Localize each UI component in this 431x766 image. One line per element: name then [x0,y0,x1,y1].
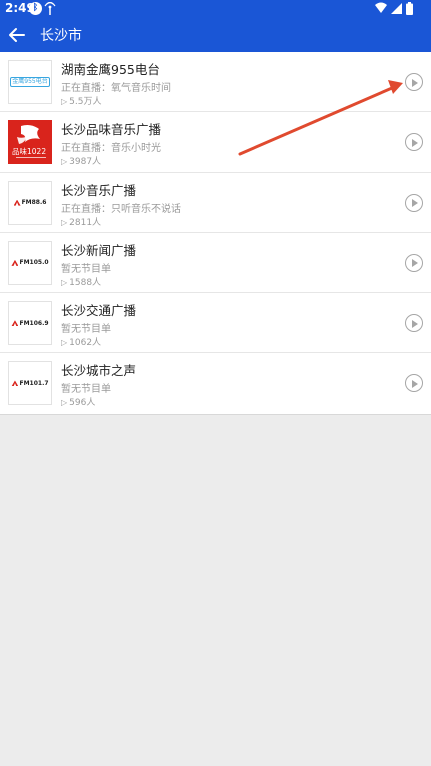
back-arrow-icon[interactable] [7,25,27,45]
listener-count: ▷ 2811人 [61,217,102,228]
station-name: 长沙新闻广播 [61,242,137,258]
station-logo: FM105.0 [8,240,52,285]
play-icon[interactable] [405,253,423,272]
station-row-pinwei[interactable]: 品味1022 长沙品味音乐广播 正在直播：音乐小时光 ▷ 3987人 [0,112,431,173]
station-program: 暂无节目单 [61,384,111,396]
station-program: 正在直播：音乐小时光 [61,143,161,155]
svg-text:品味1022: 品味1022 [12,146,46,156]
wifi-icon [375,2,387,13]
station-row-news[interactable]: FM105.0 长沙新闻广播 暂无节目单 ▷ 1588人 [0,233,431,294]
page-title: 长沙市 [40,28,82,44]
play-icon[interactable] [405,73,423,91]
station-row-city[interactable]: FM101.7 长沙城市之声 暂无节目单 ▷ 596人 [0,353,431,413]
listener-count: ▷ 3987人 [61,157,102,168]
listener-count: ▷ 5.5万人 [61,97,102,107]
station-row-music[interactable]: FM88.6 长沙音乐广播 正在直播：只听音乐不说话 ▷ 2811人 [0,173,431,233]
station-program: 暂无节目单 [61,324,111,336]
listener-count: ▷ 1062人 [61,338,102,349]
signal-icon [391,3,402,14]
play-icon[interactable] [405,193,423,212]
listener-count: ▷ 596人 [61,398,96,409]
play-icon[interactable] [405,314,423,333]
station-row-traffic[interactable]: FM106.9 长沙交通广播 暂无节目单 ▷ 1062人 [0,293,431,354]
bluetooth-icon: ᛒ [29,2,42,15]
status-bar: 2:49 ᛒ [0,0,431,18]
station-logo: 品味1022 [8,120,52,165]
listener-count: ▷ 1588人 [61,277,102,288]
station-name: 长沙城市之声 [61,363,137,379]
antenna-icon [44,2,56,15]
battery-icon [406,2,413,15]
station-row-jinying[interactable]: 金鹰955电台 湖南金鹰955电台 正在直播：氧气音乐时间 ▷ 5.5万人 [0,52,431,113]
station-program: 正在直播：只听音乐不说话 [61,203,181,215]
station-program: 正在直播：氧气音乐时间 [61,83,171,94]
station-name: 湖南金鹰955电台 [61,62,160,77]
station-list: 金鹰955电台 湖南金鹰955电台 正在直播：氧气音乐时间 ▷ 5.5万人 品味1… [0,52,431,415]
station-name: 长沙品味音乐广播 [61,122,162,138]
station-logo: FM101.7 [8,361,52,406]
station-logo: FM88.6 [8,180,52,225]
station-name: 长沙音乐广播 [61,182,137,198]
station-logo: FM106.9 [8,301,52,346]
station-program: 暂无节目单 [61,263,111,275]
play-icon[interactable] [405,133,423,152]
app-bar: 长沙市 [0,18,431,52]
station-logo: 金鹰955电台 [8,60,52,104]
play-icon[interactable] [405,374,423,393]
station-name: 长沙交通广播 [61,303,137,319]
